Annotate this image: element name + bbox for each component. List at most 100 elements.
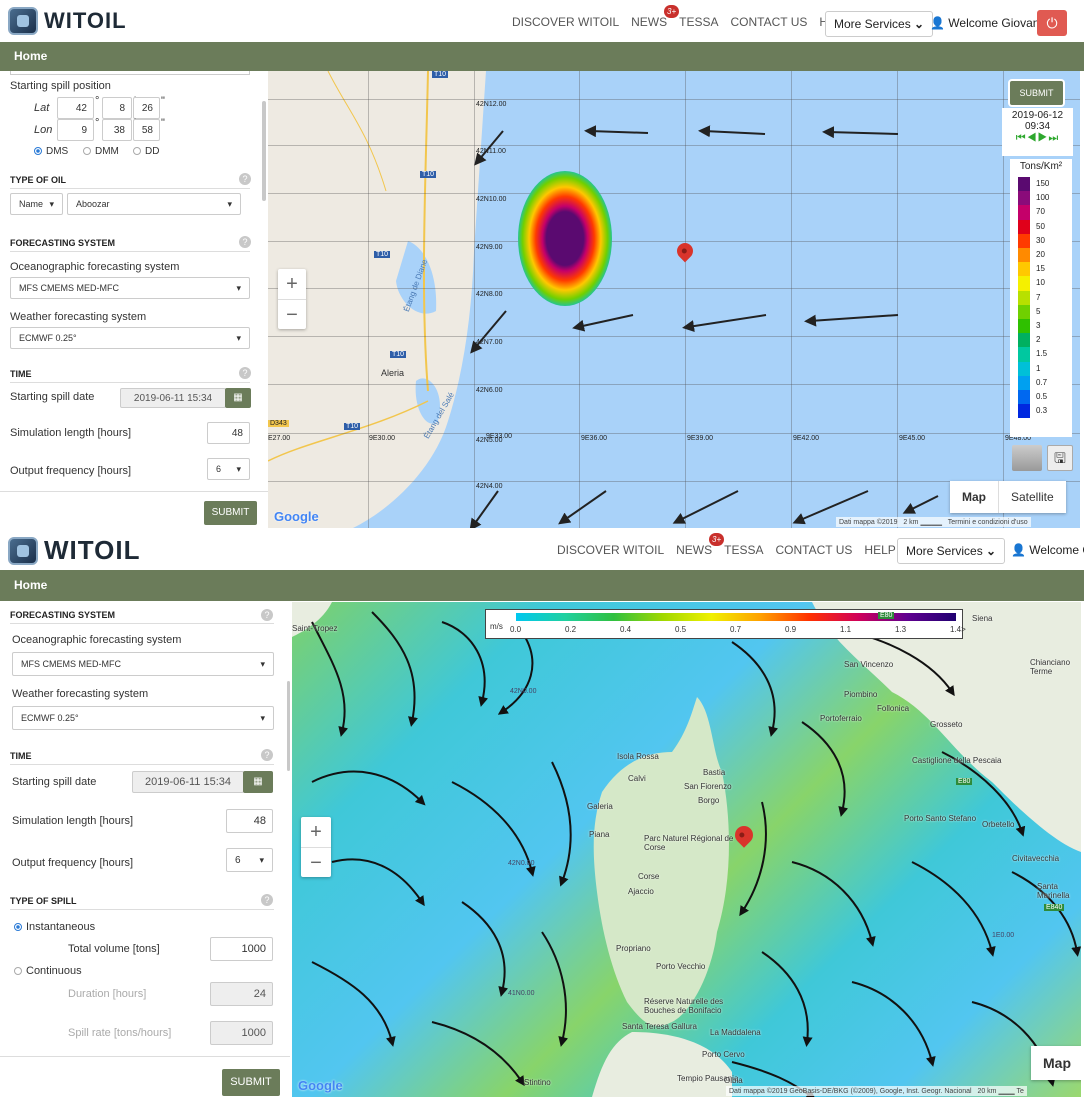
- calendar-button[interactable]: ▦: [243, 771, 273, 793]
- home-breadcrumb[interactable]: Home: [0, 42, 1084, 71]
- volume-input[interactable]: 1000: [210, 937, 273, 961]
- radio-icon: [14, 967, 22, 976]
- oil-type-select[interactable]: Aboozar: [67, 193, 241, 215]
- map-type-satellite[interactable]: Satellite: [998, 481, 1066, 513]
- output-freq-select[interactable]: 6: [226, 848, 273, 872]
- place-label: Isola Rossa: [617, 752, 659, 761]
- legend-swatch: [1018, 248, 1030, 263]
- rate-input[interactable]: 1000: [210, 1021, 273, 1045]
- zoom-in-button[interactable]: +: [301, 817, 331, 847]
- place-label: Piana: [589, 830, 610, 839]
- lon-label: Lon: [34, 124, 53, 136]
- duration-input[interactable]: 24: [210, 982, 273, 1006]
- map-type-map[interactable]: Map: [1031, 1046, 1081, 1080]
- ocean-system-select[interactable]: MFS CMEMS MED-MFC: [12, 652, 274, 676]
- user-menu[interactable]: 👤 Welcome G: [1011, 543, 1084, 557]
- legend-swatch: [1018, 191, 1030, 206]
- place-label: Porto Vecchio: [656, 962, 706, 971]
- nav-discover[interactable]: DISCOVER WITOIL: [512, 15, 619, 29]
- start-date-input[interactable]: 2019-06-11 15:34: [132, 771, 244, 793]
- weather-system-select[interactable]: ECMWF 0.25°: [10, 327, 250, 349]
- zoom-out-button[interactable]: −: [301, 847, 331, 877]
- step-back-icon[interactable]: ◀: [1027, 132, 1038, 144]
- help-icon[interactable]: ?: [239, 173, 251, 185]
- nav-tessa[interactable]: TESSA: [679, 15, 718, 29]
- zoom-out-button[interactable]: −: [278, 299, 306, 329]
- ocean-system-label: Oceanographic forecasting system: [12, 634, 182, 646]
- sec-symbol: ": [161, 95, 165, 107]
- time-player: 2019-06-12 09:34 ⏮◀▶⏭: [1002, 108, 1073, 156]
- spill-radio-continuous[interactable]: Continuous: [14, 965, 82, 977]
- google-logo: Google: [298, 1078, 343, 1093]
- lon-sec-input[interactable]: 58: [133, 119, 160, 141]
- main-nav: DISCOVER WITOIL NEWS 3+ TESSA CONTACT US …: [557, 533, 941, 557]
- sim-length-input[interactable]: 48: [226, 809, 273, 833]
- legend-value: 0.7: [1036, 377, 1048, 387]
- sim-length-input[interactable]: 48: [207, 422, 250, 444]
- help-icon[interactable]: ?: [261, 749, 273, 761]
- legend-value: 10: [1036, 278, 1045, 288]
- submit-button[interactable]: SUBMIT: [222, 1069, 280, 1096]
- grid-label: 41N0.00: [508, 990, 535, 997]
- skip-forward-icon[interactable]: ⏭: [1048, 132, 1059, 144]
- nav-help[interactable]: HELP: [864, 543, 895, 557]
- logo[interactable]: WITOIL: [8, 7, 127, 35]
- nav-discover[interactable]: DISCOVER WITOIL: [557, 543, 664, 557]
- spill-section-title: TYPE OF SPILL: [10, 896, 274, 910]
- help-icon[interactable]: ?: [261, 894, 273, 906]
- terms-link[interactable]: Te: [1016, 1088, 1023, 1095]
- legend-value: 1: [1036, 363, 1041, 373]
- logout-button[interactable]: ⏻: [1037, 10, 1067, 36]
- news-badge: 3+: [664, 5, 680, 18]
- lat-sec-input[interactable]: 26: [133, 97, 160, 119]
- legend-swatch: [1018, 319, 1030, 334]
- layer-icon[interactable]: [1012, 445, 1042, 471]
- rate-label: Spill rate [tons/hours]: [68, 1027, 172, 1039]
- ocean-system-select[interactable]: MFS CMEMS MED-MFC: [10, 277, 250, 299]
- terms-link[interactable]: Termini e condizioni d'uso: [948, 519, 1028, 526]
- sidebar-scrollbar[interactable]: [287, 681, 290, 771]
- spill-radio-instantaneous[interactable]: Instantaneous: [14, 921, 95, 933]
- zoom-in-button[interactable]: +: [278, 269, 306, 299]
- nav-news[interactable]: NEWS 3+: [631, 5, 680, 29]
- lon-deg-input[interactable]: 9: [57, 119, 94, 141]
- place-label: Chianciano Terme: [1030, 658, 1071, 676]
- nav-contact[interactable]: CONTACT US: [731, 15, 808, 29]
- legend-swatch: [1018, 304, 1030, 319]
- help-icon[interactable]: ?: [261, 609, 273, 621]
- weather-system-select[interactable]: ECMWF 0.25°: [12, 706, 274, 730]
- logo[interactable]: WITOIL: [8, 535, 141, 566]
- format-radio-dms[interactable]: DMS: [34, 146, 68, 157]
- calendar-button[interactable]: ▦: [225, 388, 251, 408]
- output-freq-label: Output frequency [hours]: [10, 465, 132, 477]
- submit-button[interactable]: SUBMIT: [204, 501, 257, 525]
- nav-news[interactable]: NEWS 3+: [676, 533, 725, 557]
- start-date-input[interactable]: 2019-06-11 15:34: [120, 388, 226, 408]
- legend-swatch: [1018, 219, 1030, 234]
- output-freq-select[interactable]: 6: [207, 458, 250, 480]
- wind-arrows: [469, 125, 939, 528]
- more-services-button[interactable]: More Services ⌄: [897, 538, 1006, 564]
- skip-back-icon[interactable]: ⏮: [1016, 132, 1027, 144]
- map-type-map[interactable]: Map: [950, 481, 998, 513]
- nav-contact[interactable]: CONTACT US: [776, 543, 853, 557]
- lon-min-input[interactable]: 38: [102, 119, 132, 141]
- map-submit-button[interactable]: SUBMIT: [1010, 81, 1063, 105]
- more-services-button[interactable]: More Services ⌄: [825, 11, 934, 37]
- lat-min-input[interactable]: 8: [102, 97, 132, 119]
- sidebar-scrollbar[interactable]: [262, 101, 266, 201]
- help-icon[interactable]: ?: [239, 236, 251, 248]
- nav-tessa[interactable]: TESSA: [724, 543, 763, 557]
- home-breadcrumb[interactable]: Home: [0, 570, 1084, 601]
- play-icon[interactable]: ▶: [1038, 132, 1049, 144]
- current-map[interactable]: m/s 0.0 0.2 0.4 0.5 0.7 0.9 1.1 1.3 1.4> Saint-T…: [292, 602, 1081, 1097]
- more-services-label: More Services: [834, 17, 911, 31]
- lat-deg-input[interactable]: 42: [57, 97, 94, 119]
- oil-filter-select[interactable]: Name: [10, 193, 63, 215]
- help-icon[interactable]: ?: [239, 367, 251, 379]
- save-icon[interactable]: 🖫: [1047, 445, 1073, 471]
- format-radio-dmm[interactable]: DMM: [83, 146, 119, 157]
- spill-map[interactable]: Étang de Diane Aleria Étang del Salé T10…: [268, 71, 1080, 528]
- user-menu[interactable]: 👤 Welcome Giovanni: [930, 16, 1049, 30]
- format-radio-dd[interactable]: DD: [133, 146, 159, 157]
